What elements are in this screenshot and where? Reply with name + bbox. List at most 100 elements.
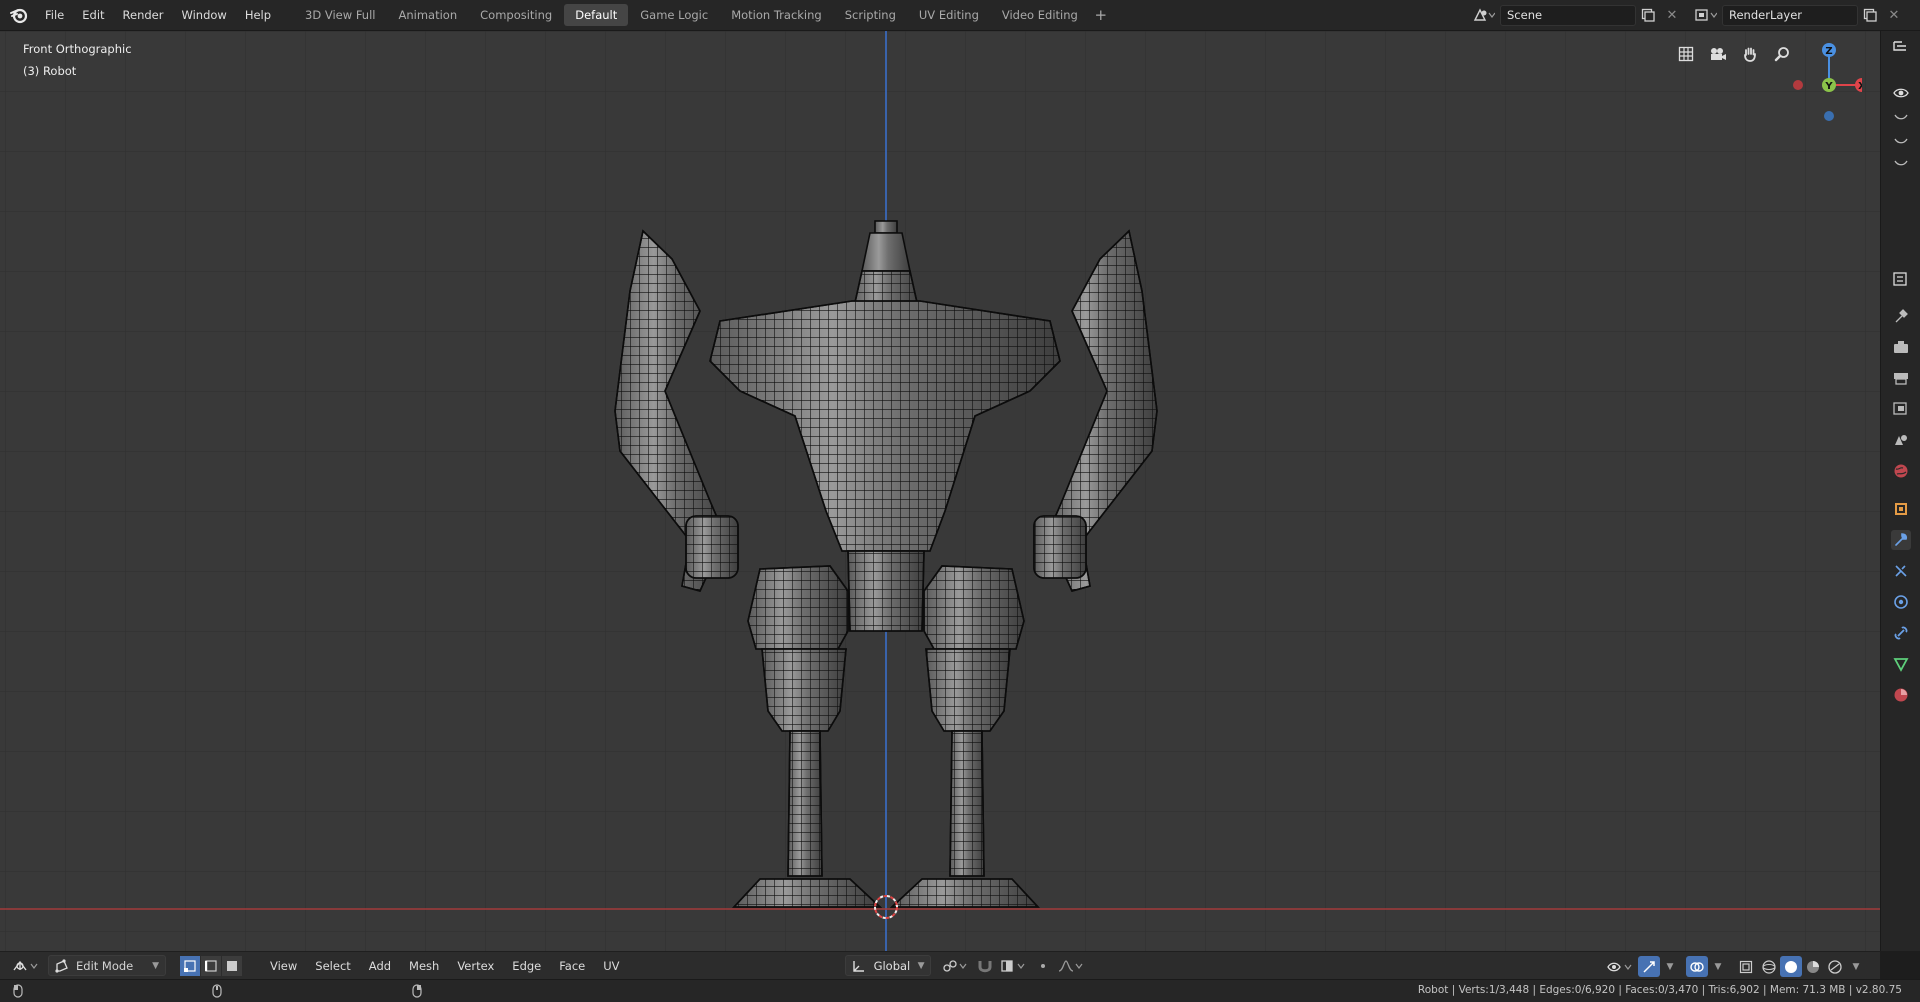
tab-uv-editing[interactable]: UV Editing: [908, 4, 990, 26]
snap-target-button[interactable]: [997, 955, 1031, 976]
properties-tab-strip: [1880, 31, 1920, 951]
snap-icon: [978, 960, 992, 972]
render-layer-browse-button[interactable]: [1694, 5, 1718, 26]
shading-rendered-button[interactable]: [1824, 956, 1846, 977]
constraints-properties-icon[interactable]: [1891, 623, 1911, 643]
chevron-down-icon: ▼: [152, 960, 159, 971]
visibility-eye-icon[interactable]: [1891, 83, 1911, 103]
outliner-editor-type-icon[interactable]: [1891, 37, 1911, 57]
tab-animation[interactable]: Animation: [387, 4, 468, 26]
scene-browse-button[interactable]: [1472, 5, 1496, 26]
menu-uv[interactable]: UV: [594, 957, 628, 975]
tab-game-logic[interactable]: Game Logic: [629, 4, 719, 26]
overlays-dropdown[interactable]: ▼: [1708, 956, 1728, 977]
edge-select-icon: [205, 959, 217, 972]
falloff-button[interactable]: [1055, 955, 1089, 976]
menu-edit[interactable]: Edit: [73, 5, 113, 25]
xray-toggle-button[interactable]: [1734, 956, 1758, 977]
toggle-perspective-icon[interactable]: [1674, 42, 1698, 66]
visibility-selectability-button[interactable]: [1604, 956, 1638, 977]
shading-dropdown[interactable]: ▼: [1846, 956, 1866, 977]
new-scene-button[interactable]: [1636, 5, 1660, 26]
face-select-button[interactable]: [222, 955, 242, 976]
add-workspace-button[interactable]: +: [1090, 6, 1112, 24]
menu-window[interactable]: Window: [172, 5, 235, 25]
select-mode-group: [180, 955, 243, 976]
pivot-point-button[interactable]: [939, 955, 973, 976]
gizmo-neg-z-icon[interactable]: [1824, 111, 1834, 121]
hide-viewport-icon[interactable]: [1891, 131, 1911, 151]
mode-label: Edit Mode: [76, 958, 134, 973]
menu-edge[interactable]: Edge: [503, 957, 550, 975]
duplicate-icon: [1863, 8, 1877, 22]
xray-icon: [1739, 960, 1753, 973]
editor-type-button[interactable]: [8, 955, 44, 976]
gizmo-neg-x-icon[interactable]: [1793, 80, 1803, 90]
menu-file[interactable]: File: [36, 5, 73, 25]
gizmo-dropdown[interactable]: ▼: [1660, 956, 1680, 977]
menu-help[interactable]: Help: [236, 5, 280, 25]
render-layer-field[interactable]: RenderLayer: [1722, 4, 1858, 26]
menu-view[interactable]: View: [261, 957, 306, 975]
physics-properties-icon[interactable]: [1891, 592, 1911, 612]
object-properties-icon[interactable]: [1891, 499, 1911, 519]
particles-properties-icon[interactable]: [1891, 561, 1911, 581]
menu-add[interactable]: Add: [360, 957, 400, 975]
edge-select-button[interactable]: [201, 955, 221, 976]
tab-default[interactable]: Default: [564, 4, 629, 26]
3d-viewport[interactable]: Front Orthographic (3) Robot Z Y X: [0, 31, 1880, 951]
tab-scripting[interactable]: Scripting: [834, 4, 907, 26]
proportional-edit-button[interactable]: [1031, 955, 1055, 976]
navigation-gizmo[interactable]: Z Y X: [1782, 35, 1862, 125]
render-layer-name: RenderLayer: [1729, 8, 1803, 22]
delete-render-layer-button[interactable]: ✕: [1882, 5, 1906, 26]
shading-solid-button[interactable]: [1780, 956, 1802, 977]
output-properties-icon[interactable]: [1891, 368, 1911, 388]
mouse-left-icon: [13, 984, 23, 998]
pivot-point-icon: [942, 959, 967, 972]
properties-editor-type-icon[interactable]: [1891, 269, 1911, 289]
scene-name-field[interactable]: Scene: [1500, 4, 1636, 26]
world-properties-icon[interactable]: [1891, 461, 1911, 481]
top-bar: File Edit Render Window Help 3D View Ful…: [0, 0, 1920, 31]
tab-motion-tracking[interactable]: Motion Tracking: [720, 4, 833, 26]
view-layer-properties-icon[interactable]: [1891, 399, 1911, 419]
orientation-icon: [852, 960, 864, 972]
new-render-layer-button[interactable]: [1858, 5, 1882, 26]
orientation-dropdown[interactable]: Global ▼: [844, 955, 931, 976]
overlays-toggle-button[interactable]: [1686, 956, 1708, 977]
render-properties-icon[interactable]: [1891, 337, 1911, 357]
data-properties-icon[interactable]: [1891, 654, 1911, 674]
menu-render[interactable]: Render: [114, 5, 173, 25]
menu-select[interactable]: Select: [306, 957, 359, 975]
vertex-select-button[interactable]: [180, 955, 200, 976]
tab-3d-view-full[interactable]: 3D View Full: [294, 4, 386, 26]
shading-lookdev-button[interactable]: [1802, 956, 1824, 977]
shading-wireframe-button[interactable]: [1758, 956, 1780, 977]
header-menus: View Select Add Mesh Vertex Edge Face UV: [261, 957, 629, 975]
gizmo-toggle-button[interactable]: [1638, 956, 1660, 977]
menu-vertex[interactable]: Vertex: [448, 957, 503, 975]
main-menu: File Edit Render Window Help: [36, 5, 280, 25]
menu-mesh[interactable]: Mesh: [400, 957, 448, 975]
visibility-icon: [1607, 962, 1632, 971]
mode-selector[interactable]: Edit Mode ▼: [48, 955, 166, 976]
hide-viewport-icon[interactable]: [1891, 153, 1911, 173]
tab-video-editing[interactable]: Video Editing: [991, 4, 1089, 26]
material-properties-icon[interactable]: [1891, 685, 1911, 705]
camera-view-icon[interactable]: [1706, 42, 1730, 66]
proportional-edit-icon: [1040, 963, 1045, 968]
snap-toggle-button[interactable]: [973, 955, 997, 976]
hide-viewport-icon[interactable]: [1891, 107, 1911, 127]
chevron-down-icon: ▼: [1714, 961, 1722, 972]
modifier-properties-icon[interactable]: [1891, 530, 1911, 550]
menu-face[interactable]: Face: [550, 957, 594, 975]
face-select-icon: [227, 960, 237, 971]
delete-scene-button[interactable]: ✕: [1660, 5, 1684, 26]
blender-logo-icon[interactable]: [9, 5, 29, 25]
tool-settings-icon[interactable]: [1891, 306, 1911, 326]
tab-compositing[interactable]: Compositing: [469, 4, 563, 26]
gizmo-x-label: X: [1858, 81, 1862, 92]
pan-hand-icon[interactable]: [1738, 42, 1762, 66]
scene-properties-icon[interactable]: [1891, 430, 1911, 450]
